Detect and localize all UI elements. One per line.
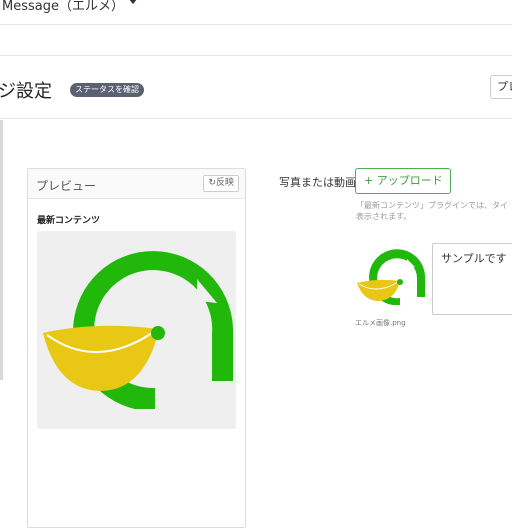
sub-bar [0, 26, 512, 56]
uploaded-thumbnail[interactable] [355, 245, 427, 307]
preview-title: プレビュー [36, 179, 97, 193]
preview-button[interactable]: プレ [490, 75, 512, 99]
reflect-button[interactable]: ↻反映 [203, 175, 239, 192]
page-header: ジ設定 ステータスを確認 プレ [0, 57, 512, 119]
plugin-note: 「最新コンテンツ」プラグインでは、タイ 表示されます。 [356, 200, 512, 222]
thumbnail-filename: エルメ画像.png [355, 319, 406, 327]
chevron-down-icon[interactable] [128, 0, 138, 4]
media-label: 写真または動画 [279, 176, 356, 189]
preview-card-header: プレビュー ↻反映 [28, 169, 245, 199]
status-badge[interactable]: ステータスを確認 [70, 83, 144, 97]
plugin-note-line1: 「最新コンテンツ」プラグインでは、タイ [356, 201, 508, 210]
elme-logo-image [43, 251, 234, 409]
scrollbar[interactable] [0, 120, 3, 380]
plugin-note-line2: 表示されます。 [356, 212, 412, 221]
latest-content-label: 最新コンテンツ [37, 216, 101, 226]
sample-text-field[interactable]: サンプルです [432, 243, 512, 315]
preview-image [37, 231, 236, 429]
account-selector[interactable]: Message（エルメ） [2, 0, 124, 14]
preview-card: プレビュー ↻反映 最新コンテンツ [27, 168, 246, 528]
upload-button[interactable]: + アップロード [355, 168, 451, 194]
page-title: ジ設定 [0, 81, 52, 102]
top-bar: Message（エルメ） [0, 0, 512, 25]
elme-logo-thumbnail [357, 249, 426, 305]
